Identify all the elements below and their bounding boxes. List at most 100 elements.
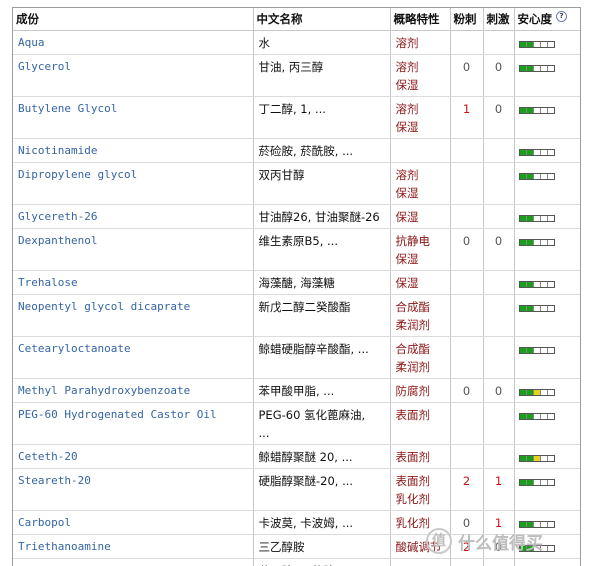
- safety-meter-segment: [541, 282, 548, 287]
- safety-meter-segment: [541, 348, 548, 353]
- safety-meter-icon: [519, 347, 555, 354]
- safety-meter-segment: [548, 66, 554, 71]
- safety-meter-segment: [548, 240, 554, 245]
- safety-meter-segment: [548, 414, 554, 419]
- safety-meter-segment: [534, 240, 541, 245]
- safety-meter-icon: [519, 65, 555, 72]
- watermark: 值 什么值得买: [426, 526, 584, 556]
- safety-meter-icon: [519, 41, 555, 48]
- table-row: Trehalose海藻醣, 海藻糖保湿: [13, 271, 580, 295]
- chinese-name: 菸硷胺, 菸酰胺, ...: [253, 139, 390, 163]
- header-irritation: 刺激: [483, 8, 514, 31]
- safety-cell: [514, 295, 580, 337]
- safety-meter-segment: [520, 174, 527, 179]
- table-row: Methyl Parahydroxybenzoate苯甲酸甲脂, ...防腐剂0…: [13, 379, 580, 403]
- safety-meter-segment: [534, 480, 541, 485]
- safety-cell: [514, 205, 580, 229]
- safety-cell: [514, 445, 580, 469]
- table-row: Butylene Glycol丁二醇, 1, ...溶剂 保湿10: [13, 97, 580, 139]
- safety-meter-icon: [519, 455, 555, 462]
- safety-meter-segment: [520, 456, 527, 461]
- ingredient-link[interactable]: Nicotinamide: [13, 139, 253, 163]
- ingredient-table-frame: 成份 中文名称 概略特性 粉刺 刺激 安心度? Aqua水溶剂Glycerol甘…: [12, 7, 581, 566]
- safety-meter-icon: [519, 305, 555, 312]
- safety-meter-icon: [519, 413, 555, 420]
- safety-meter-segment: [534, 108, 541, 113]
- safety-meter-segment: [534, 348, 541, 353]
- safety-meter-segment: [527, 348, 534, 353]
- function-text: 溶剂: [390, 31, 450, 55]
- safety-meter-segment: [534, 174, 541, 179]
- safety-cell: [514, 379, 580, 403]
- safety-meter-segment: [527, 306, 534, 311]
- header-chinese-name: 中文名称: [253, 8, 390, 31]
- ingredient-link[interactable]: Ceteth-20: [13, 445, 253, 469]
- chinese-name: 甘油, 丙三醇: [253, 55, 390, 97]
- safety-meter-segment: [534, 390, 541, 395]
- ingredient-link[interactable]: Glycereth-26: [13, 205, 253, 229]
- ingredient-link[interactable]: Glycerol: [13, 55, 253, 97]
- table-row: PEG-60 Hydrogenated Castor OilPEG-60 氢化蓖…: [13, 403, 580, 445]
- ingredient-link[interactable]: Aqua: [13, 31, 253, 55]
- safety-meter-segment: [548, 108, 554, 113]
- ingredient-link[interactable]: PEG-60 Hydrogenated Castor Oil: [13, 403, 253, 445]
- acne-rating: [450, 295, 483, 337]
- ingredient-link[interactable]: Trehalose: [13, 271, 253, 295]
- safety-cell: [514, 31, 580, 55]
- acne-rating: [450, 205, 483, 229]
- safety-meter-segment: [520, 66, 527, 71]
- safety-meter-segment: [548, 282, 554, 287]
- function-text: 合成酯 柔润剂: [390, 337, 450, 379]
- safety-meter-segment: [534, 216, 541, 221]
- irritation-rating: [483, 31, 514, 55]
- irritation-rating: 1: [483, 469, 514, 511]
- acne-rating: [450, 445, 483, 469]
- irritation-rating: [483, 403, 514, 445]
- safety-meter-segment: [548, 480, 554, 485]
- safety-meter-icon: [519, 239, 555, 246]
- table-row: Dexpanthenol维生素原B5, ...抗静电 保湿00: [13, 229, 580, 271]
- safety-cell: [514, 337, 580, 379]
- safety-cell: [514, 469, 580, 511]
- irritation-rating: [483, 445, 514, 469]
- acne-rating: [450, 271, 483, 295]
- ingredient-link[interactable]: Dipropylene glycol: [13, 163, 253, 205]
- function-text: 表面剂 乳化剂: [390, 469, 450, 511]
- help-icon[interactable]: ?: [556, 11, 567, 22]
- safety-meter-segment: [548, 306, 554, 311]
- acne-rating: 0: [450, 55, 483, 97]
- safety-meter-segment: [548, 348, 554, 353]
- ingredient-link[interactable]: Triethanoamine: [13, 535, 253, 559]
- chinese-name: 鲸蜡硬脂醇辛酸酯, ...: [253, 337, 390, 379]
- safety-cell: [514, 97, 580, 139]
- header-function: 概略特性: [390, 8, 450, 31]
- ingredient-link[interactable]: Butylene Glycol: [13, 97, 253, 139]
- irritation-rating: [483, 295, 514, 337]
- ingredient-link[interactable]: Neopentyl glycol dicaprate: [13, 295, 253, 337]
- table-row: Dipropylene glycol双丙甘醇溶剂 保湿: [13, 163, 580, 205]
- irritation-rating: 0: [483, 229, 514, 271]
- function-text: 表面剂: [390, 403, 450, 445]
- ingredient-link[interactable]: Methyl Parahydroxybenzoate: [13, 379, 253, 403]
- chinese-name: 水: [253, 31, 390, 55]
- safety-meter-segment: [527, 240, 534, 245]
- function-text: 溶剂 保湿: [390, 55, 450, 97]
- safety-cell: [514, 163, 580, 205]
- ingredient-link[interactable]: Steareth-20: [13, 469, 253, 511]
- ingredient-link[interactable]: Cetearyloctanoate: [13, 337, 253, 379]
- safety-meter-segment: [527, 108, 534, 113]
- safety-meter-segment: [548, 174, 554, 179]
- function-text: 防腐剂: [390, 379, 450, 403]
- safety-meter-icon: [519, 215, 555, 222]
- ingredient-link[interactable]: Carbopol: [13, 511, 253, 535]
- safety-meter-segment: [527, 456, 534, 461]
- header-safety: 安心度?: [514, 8, 580, 31]
- acne-rating: 0: [450, 379, 483, 403]
- ingredient-link[interactable]: Dexpanthenol: [13, 229, 253, 271]
- safety-meter-segment: [527, 414, 534, 419]
- ingredient-table: 成份 中文名称 概略特性 粉刺 刺激 安心度? Aqua水溶剂Glycerol甘…: [13, 8, 580, 566]
- table-body: Aqua水溶剂Glycerol甘油, 丙三醇溶剂 保湿00Butylene Gl…: [13, 31, 580, 566]
- irritation-rating: [483, 337, 514, 379]
- safety-meter-segment: [520, 216, 527, 221]
- safety-meter-segment: [534, 414, 541, 419]
